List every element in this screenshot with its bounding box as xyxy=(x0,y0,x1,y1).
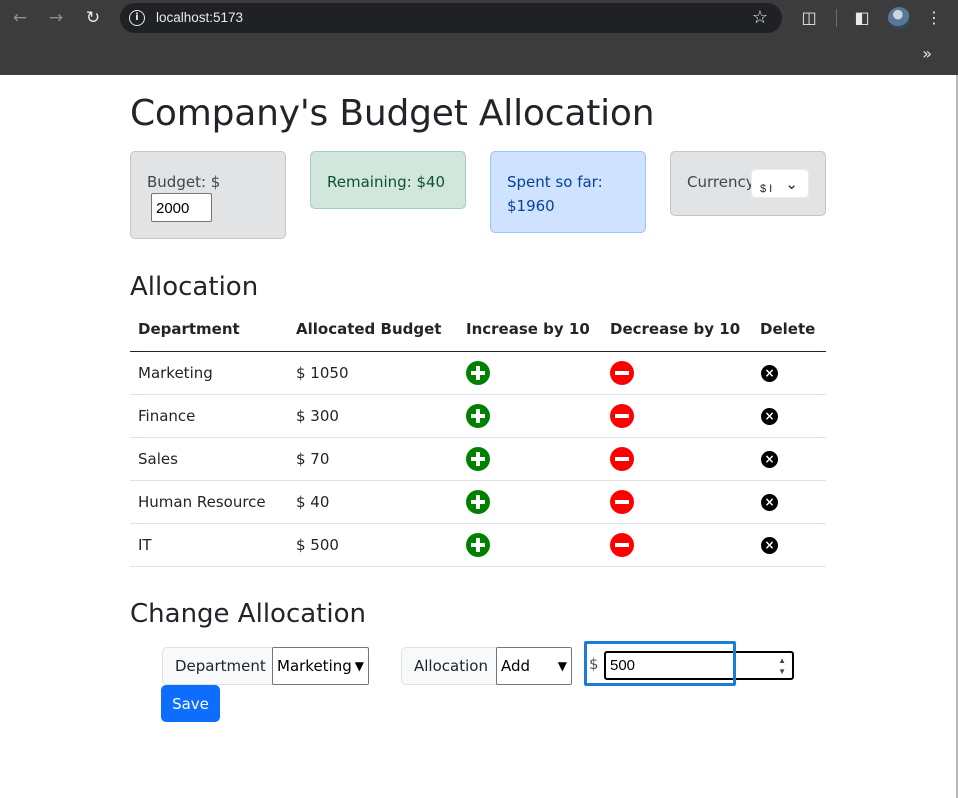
chevron-down-icon: ⌄ xyxy=(785,176,798,193)
bookmarks-bar: » xyxy=(0,36,958,75)
allocation-type-selected-value: Add xyxy=(501,657,531,675)
site-info-icon[interactable]: i xyxy=(129,10,145,26)
minus-circle-icon[interactable] xyxy=(610,360,634,385)
plus-circle-icon[interactable] xyxy=(466,489,490,514)
bookmark-star-icon[interactable]: ☆ xyxy=(752,7,768,29)
amount-value: 500 xyxy=(610,657,636,674)
department-cell: IT xyxy=(130,523,288,567)
allocation-type-select[interactable]: Add ▼ xyxy=(496,647,572,685)
currency-select[interactable]: $ I ⌄ xyxy=(751,169,809,198)
browser-toolbar: ← → ↻ i localhost:5173 ☆ ◫ ◧ ⋮ xyxy=(0,0,958,36)
spent-value: $1960 xyxy=(507,197,555,215)
side-panel-icon[interactable]: ◧ xyxy=(850,6,874,30)
currency-label: Currency xyxy=(687,173,755,191)
x-circle-icon[interactable]: × xyxy=(761,364,778,382)
currency-card: Currency $ I ⌄ xyxy=(670,151,826,216)
budget-cell: $ 500 xyxy=(288,523,458,567)
minus-circle-icon[interactable] xyxy=(610,532,634,557)
budget-cell: $ 40 xyxy=(288,480,458,524)
budget-cell: $ 300 xyxy=(288,394,458,438)
department-selected-value: Marketing xyxy=(277,657,352,675)
minus-circle-icon[interactable] xyxy=(610,446,634,471)
table-row: Marketing $ 1050 × xyxy=(130,351,826,395)
forward-arrow-icon[interactable]: → xyxy=(44,6,68,30)
x-circle-icon[interactable]: × xyxy=(761,450,778,468)
currency-symbol: $ xyxy=(589,655,599,673)
menu-kebab-icon[interactable]: ⋮ xyxy=(922,6,946,30)
toolbar-divider xyxy=(836,9,837,27)
header-decrease: Decrease by 10 xyxy=(602,308,752,352)
department-cell: Human Resource xyxy=(130,480,288,524)
allocation-table: Department Allocated Budget Increase by … xyxy=(130,308,826,567)
budget-cell: $ 1050 xyxy=(288,351,458,395)
department-label: Department xyxy=(162,647,273,685)
change-allocation-heading: Change Allocation xyxy=(130,599,366,629)
address-url[interactable]: localhost:5173 xyxy=(156,9,243,27)
chevron-down-icon: ▼ xyxy=(557,659,567,673)
remaining-text: Remaining: $40 xyxy=(327,173,446,191)
back-arrow-icon[interactable]: ← xyxy=(8,6,32,30)
department-cell: Marketing xyxy=(130,351,288,395)
plus-circle-icon[interactable] xyxy=(466,532,490,557)
minus-circle-icon[interactable] xyxy=(610,403,634,428)
x-circle-icon[interactable]: × xyxy=(761,536,778,554)
browser-chrome: ← → ↻ i localhost:5173 ☆ ◫ ◧ ⋮ » xyxy=(0,0,958,75)
plus-circle-icon[interactable] xyxy=(466,360,490,385)
plus-circle-icon[interactable] xyxy=(466,446,490,471)
header-allocated-budget: Allocated Budget xyxy=(288,308,458,352)
reload-icon[interactable]: ↻ xyxy=(81,6,105,30)
plus-circle-icon[interactable] xyxy=(466,403,490,428)
spent-card: Spent so far: $1960 xyxy=(490,151,646,233)
allocation-heading: Allocation xyxy=(130,272,259,302)
bookmarks-overflow-icon[interactable]: » xyxy=(922,44,932,63)
profile-avatar[interactable] xyxy=(888,7,910,29)
budget-cell: $ 70 xyxy=(288,437,458,481)
currency-selected-value: $ I xyxy=(760,183,773,195)
minus-circle-icon[interactable] xyxy=(610,489,634,514)
department-select[interactable]: Marketing ▼ xyxy=(272,647,369,685)
header-increase: Increase by 10 xyxy=(458,308,602,352)
department-cell: Sales xyxy=(130,437,288,481)
budget-card: Budget: $ 2000 xyxy=(130,151,286,239)
spinner-arrows-icon[interactable]: ▲ ▼ xyxy=(778,655,786,677)
header-delete: Delete xyxy=(752,308,826,352)
page-title: Company's Budget Allocation xyxy=(130,93,655,134)
spent-label: Spent so far: xyxy=(507,173,603,191)
allocation-label: Allocation xyxy=(401,647,497,685)
x-circle-icon[interactable]: × xyxy=(761,407,778,425)
table-header-row: Department Allocated Budget Increase by … xyxy=(130,308,826,352)
x-circle-icon[interactable]: × xyxy=(761,493,778,511)
table-row: Human Resource $ 40 × xyxy=(130,480,826,524)
chevron-down-icon: ▼ xyxy=(354,659,364,673)
table-row: IT $ 500 × xyxy=(130,523,826,567)
address-bar[interactable]: i localhost:5173 ☆ xyxy=(120,3,782,33)
table-row: Sales $ 70 × xyxy=(130,437,826,481)
remaining-card: Remaining: $40 xyxy=(310,151,466,209)
table-row: Finance $ 300 × xyxy=(130,394,826,438)
extensions-icon[interactable]: ◫ xyxy=(797,6,821,30)
save-button[interactable]: Save xyxy=(161,685,220,722)
department-cell: Finance xyxy=(130,394,288,438)
amount-input[interactable]: 500 ▲ ▼ xyxy=(604,651,794,680)
budget-label: Budget: $ xyxy=(147,173,221,191)
header-department: Department xyxy=(130,308,288,352)
budget-input[interactable]: 2000 xyxy=(151,193,212,222)
